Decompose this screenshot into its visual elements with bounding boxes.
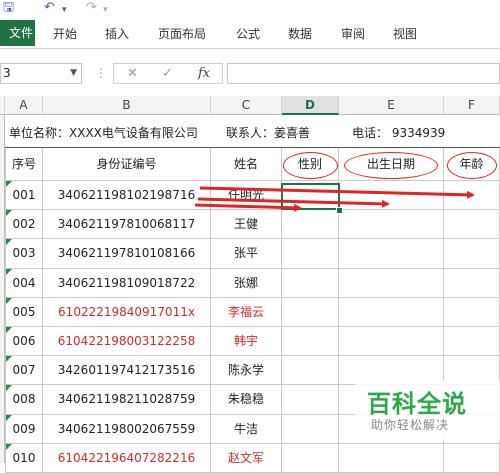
undo-icon[interactable]: ↶ bbox=[44, 1, 55, 15]
watermark-title: 百科全说 bbox=[367, 390, 467, 418]
resize-handle-icon[interactable]: ⋮ bbox=[95, 66, 107, 80]
redo-icon[interactable]: ↷ bbox=[86, 1, 97, 15]
formula-bar: 3 ▼ ⋮ ✕ ✓ fx bbox=[0, 58, 500, 88]
title-bar: 🖫 ↶ ▾ ↷ ▾ bbox=[0, 0, 500, 18]
tab-review[interactable]: 审阅 bbox=[341, 25, 365, 42]
tab-view[interactable]: 视图 bbox=[393, 25, 417, 42]
tab-formulas[interactable]: 公式 bbox=[236, 25, 260, 42]
redo-dropdown-icon[interactable]: ▾ bbox=[103, 3, 108, 17]
undo-dropdown-icon[interactable]: ▾ bbox=[62, 3, 67, 17]
insert-function-icon[interactable]: fx bbox=[198, 66, 210, 81]
tab-insert[interactable]: 插入 bbox=[105, 25, 129, 42]
formula-input[interactable] bbox=[227, 63, 500, 84]
arrow-to-gender bbox=[194, 203, 302, 212]
tab-file[interactable]: 文件 bbox=[0, 20, 35, 46]
ribbon-tabs: 开始 插入 页面布局 公式 数据 审阅 视图 bbox=[0, 18, 500, 49]
tab-home[interactable]: 开始 bbox=[53, 25, 77, 42]
tab-page-layout[interactable]: 页面布局 bbox=[158, 25, 206, 42]
watermark-subtitle: 助你轻松解决 bbox=[371, 418, 450, 432]
name-box[interactable]: 3 ▼ bbox=[0, 63, 82, 84]
tab-data[interactable]: 数据 bbox=[288, 25, 312, 42]
chevron-down-icon[interactable]: ▼ bbox=[70, 68, 77, 78]
save-icon[interactable]: 🖫 bbox=[3, 1, 14, 15]
watermark: 百科全说 助你轻松解决 bbox=[355, 380, 500, 440]
arrow-to-birth-date bbox=[197, 197, 390, 208]
formula-buttons: ✕ ✓ fx bbox=[113, 63, 223, 84]
enter-icon[interactable]: ✓ bbox=[162, 66, 173, 81]
name-box-value: 3 bbox=[3, 66, 11, 80]
arrow-to-age bbox=[199, 186, 475, 199]
cancel-icon[interactable]: ✕ bbox=[127, 66, 138, 81]
